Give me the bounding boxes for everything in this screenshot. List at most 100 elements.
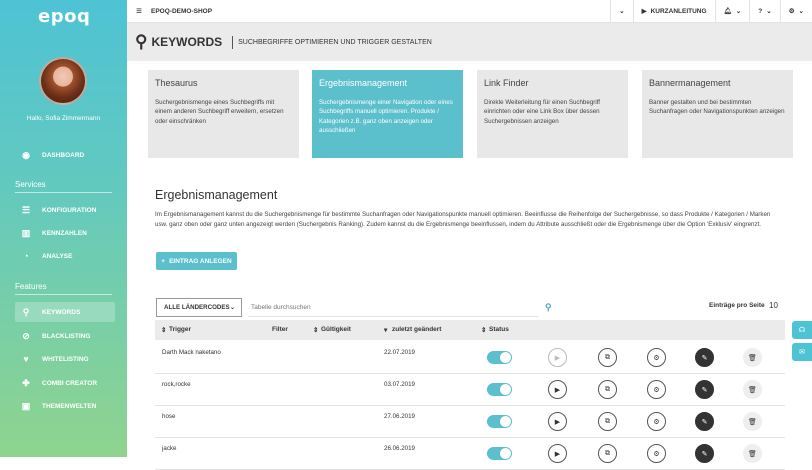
settings-button[interactable]: ⚙	[647, 380, 666, 399]
tile-thesaurus[interactable]: Thesaurus Suchergebnismenge eines Suchbe…	[148, 70, 299, 158]
bell-icon: 🔔︎	[723, 8, 732, 15]
add-entry-button[interactable]: + EINTRAG ANLEGEN	[156, 252, 237, 270]
headset-icon[interactable]: ☊	[792, 321, 812, 339]
search-icon: ⚲	[135, 32, 148, 51]
guide-button[interactable]: ▶ KURZANLEITUNG	[632, 0, 715, 23]
preview-icon: ▶	[554, 386, 561, 394]
copy-button[interactable]: ⧉	[598, 412, 617, 431]
delete-button[interactable]: 🗑︎	[743, 412, 762, 431]
settings-button[interactable]: ⚙	[647, 412, 666, 431]
date-cell: 26.06.2019	[384, 445, 415, 452]
tile-title: Link Finder	[484, 78, 529, 88]
copy-button[interactable]: ⧉	[598, 348, 617, 367]
pie-chart-icon: ◔	[23, 251, 29, 261]
epoq-logo[interactable]: epoq	[38, 6, 90, 27]
sidebar-item-label: BLACKLISTING	[42, 332, 91, 340]
shop-dropdown-button[interactable]: ⌄	[610, 0, 632, 23]
page-subtitle: SUCHBEGRIFFE OPTIMIEREN UND TRIGGER GEST…	[238, 38, 432, 46]
preview-button[interactable]: ▶	[548, 444, 567, 463]
menu-icon[interactable]: ≡	[127, 6, 151, 17]
help-button[interactable]: ? ⌄	[749, 0, 779, 23]
divider	[232, 35, 234, 49]
country-select[interactable]: ALLE LÄNDERCODES ⌄	[156, 298, 242, 317]
sidebar-item-label: KENNZAHLEN	[42, 229, 87, 237]
edit-button[interactable]: ✎	[695, 348, 714, 367]
sliders-icon: ☰	[21, 204, 31, 215]
tile-bannermanagement[interactable]: Bannermanagement Banner gestalten und be…	[642, 70, 793, 158]
copy-icon: ⧉	[605, 385, 610, 393]
status-toggle[interactable]	[487, 415, 512, 428]
trash-icon: 🗑︎	[748, 354, 757, 362]
column-header-trigger[interactable]: Trigger	[169, 326, 191, 333]
delete-button[interactable]: 🗑︎	[743, 444, 762, 463]
tile-title: Ergebnismanagement	[319, 78, 408, 88]
chevron-down-icon: ⌄	[735, 8, 742, 15]
trash-icon: 🗑︎	[748, 386, 757, 394]
table-row: jacke 26.06.2019 ▶ ⧉ ⚙ ✎ 🗑︎	[155, 438, 785, 470]
services-section-title: Services	[15, 180, 46, 189]
sidebar-item-blacklisting[interactable]: ⊘ BLACKLISTING	[15, 326, 115, 346]
divider	[15, 192, 112, 193]
sidebar-item-analyse[interactable]: ◔ ANALYSE	[15, 246, 115, 266]
greeting: Hallo, Sofia Zimmermann	[26, 115, 101, 122]
delete-button[interactable]: 🗑︎	[743, 380, 762, 399]
table-header: ⇕ Trigger Filter ⇕ Gültigkeit ▾ zuletzt …	[155, 320, 785, 340]
sidebar-item-themenwelten[interactable]: ▣ THEMENWELTEN	[15, 396, 115, 416]
settings-button[interactable]: ⚙ ⌄	[779, 0, 812, 23]
preview-button[interactable]: ▶	[548, 348, 567, 367]
date-cell: 03.07.2019	[384, 381, 415, 388]
shop-selector[interactable]: EPOQ-DEMO-SHOP	[151, 8, 610, 15]
sidebar-item-label: KEYWORDS	[42, 308, 81, 316]
table-row: Darth Mack naketano 22.07.2019 ▶ ⧉ ⚙ ✎ 🗑︎	[155, 342, 785, 374]
avatar[interactable]	[39, 57, 87, 105]
date-cell: 22.07.2019	[384, 349, 415, 356]
status-toggle[interactable]	[487, 447, 512, 460]
sort-desc-icon[interactable]: ▾	[384, 326, 387, 334]
sidebar-item-dashboard[interactable]: ◉ DASHBOARD	[15, 145, 115, 165]
column-header-filter[interactable]: Filter	[272, 326, 288, 333]
preview-icon: ▶	[554, 450, 561, 458]
table-row: hose 27.06.2019 ▶ ⧉ ⚙ ✎ 🗑︎	[155, 406, 785, 438]
sidebar-item-combi-creator[interactable]: ✤ COMBI CREATOR	[15, 373, 115, 393]
section-title: Ergebnismanagement	[155, 188, 278, 202]
sidebar-item-label: WHITELISTING	[42, 355, 89, 363]
sort-icon[interactable]: ⇕	[313, 326, 318, 334]
sidebar-item-whitelisting[interactable]: ♥ WHITELISTING	[15, 349, 115, 369]
settings-button[interactable]: ⚙	[647, 348, 666, 367]
chevron-down-icon: ⌄	[798, 8, 804, 15]
copy-button[interactable]: ⧉	[598, 380, 617, 399]
sidebar-item-konfiguration[interactable]: ☰ KONFIGURATION	[15, 200, 115, 220]
copy-icon: ⧉	[605, 353, 610, 361]
edit-button[interactable]: ✎	[695, 380, 714, 399]
copy-button[interactable]: ⧉	[598, 444, 617, 463]
preview-button[interactable]: ▶	[548, 380, 567, 399]
sidebar-item-keywords[interactable]: ⚲ KEYWORDS	[15, 302, 115, 322]
sidebar-item-label: THEMENWELTEN	[42, 402, 97, 410]
trash-icon: 🗑︎	[748, 418, 757, 426]
per-page-label: Einträge pro Seite	[709, 302, 765, 309]
sort-icon[interactable]: ⇕	[481, 326, 486, 334]
status-toggle[interactable]	[487, 351, 512, 364]
notifications-button[interactable]: 🔔︎ ⌄	[714, 0, 750, 23]
trigger-cell: Darth Mack naketano	[162, 349, 221, 356]
column-header-validity[interactable]: Gültigkeit	[321, 326, 351, 333]
section-description: Im Ergebnismanagement kannst du die Such…	[155, 211, 771, 228]
table-search-input[interactable]	[248, 298, 538, 317]
delete-button[interactable]: 🗑︎	[743, 348, 762, 367]
sidebar-item-kennzahlen[interactable]: ▥ KENNZAHLEN	[15, 223, 115, 243]
tile-link-finder[interactable]: Link Finder Direkte Weiterleitung für ei…	[477, 70, 628, 158]
status-toggle[interactable]	[487, 383, 512, 396]
column-header-status[interactable]: Status	[489, 326, 509, 333]
sort-icon[interactable]: ⇕	[161, 326, 166, 334]
settings-button[interactable]: ⚙	[647, 444, 666, 463]
edit-button[interactable]: ✎	[695, 444, 714, 463]
column-header-changed[interactable]: zuletzt geändert	[392, 326, 441, 333]
search-icon[interactable]: ⚲	[545, 302, 552, 313]
chat-icon[interactable]: ✉	[792, 343, 812, 361]
per-page-select[interactable]: 10	[769, 301, 778, 310]
tile-ergebnismanagement[interactable]: Ergebnismanagement Suchergebnismenge ein…	[312, 70, 463, 158]
divider	[15, 294, 112, 295]
edit-button[interactable]: ✎	[695, 412, 714, 431]
preview-button[interactable]: ▶	[548, 412, 567, 431]
pencil-icon: ✎	[701, 354, 708, 362]
